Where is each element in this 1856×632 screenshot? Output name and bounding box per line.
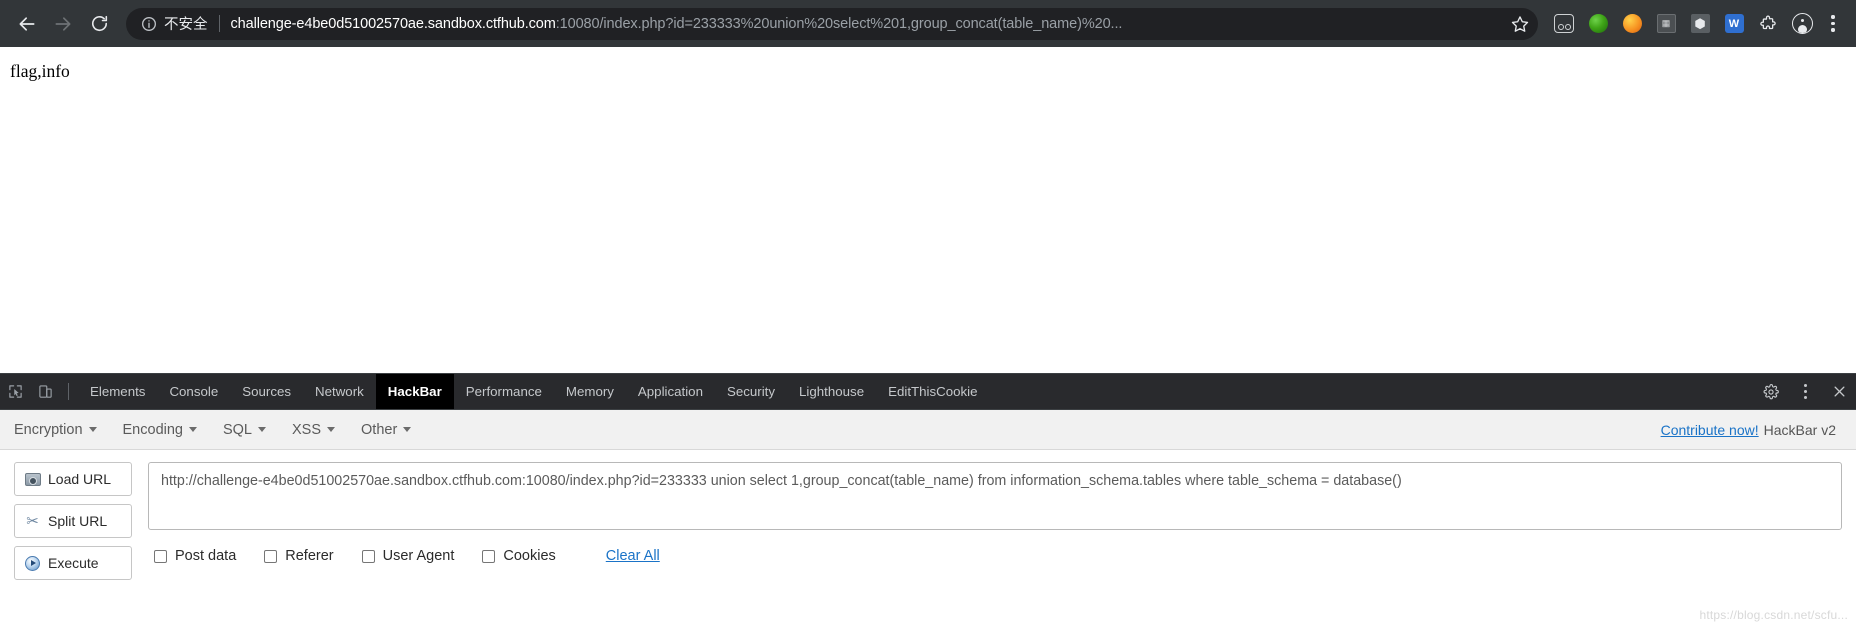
menu-sql[interactable]: SQL <box>223 422 266 438</box>
split-url-button-label: Split URL <box>48 513 108 529</box>
menu-encryption[interactable]: Encryption <box>14 422 97 438</box>
checkbox-user-agent-box[interactable] <box>361 549 375 563</box>
arrow-right-icon <box>55 16 71 31</box>
checkbox-post-data[interactable]: Post data <box>154 548 236 564</box>
execute-play-icon <box>24 555 41 572</box>
devtools-toolbar-divider <box>68 383 69 400</box>
tab-console[interactable]: Console <box>157 374 230 409</box>
page-body-text: flag,info <box>10 61 70 81</box>
load-url-button-label: Load URL <box>48 471 112 487</box>
browser-toolbar: 不安全 challenge-e4be0d51002570ae.sandbox.c… <box>0 0 1856 47</box>
chevron-down-icon <box>188 427 197 432</box>
tab-lighthouse[interactable]: Lighthouse <box>787 374 876 409</box>
checkbox-referer-label: Referer <box>285 548 334 564</box>
tab-application[interactable]: Application <box>626 374 715 409</box>
checkbox-post-data-label: Post data <box>175 548 237 564</box>
execute-button-label: Execute <box>48 555 99 571</box>
tab-editthiscookie[interactable]: EditThisCookie <box>876 374 989 409</box>
devtools-panel: Elements Console Sources Network HackBar… <box>0 373 1856 632</box>
chevron-down-icon <box>327 427 336 432</box>
menu-encryption-label: Encryption <box>14 421 83 438</box>
menu-other-label: Other <box>361 421 398 438</box>
tab-sources[interactable]: Sources <box>230 374 303 409</box>
checkbox-cookies-label: Cookies <box>503 548 556 564</box>
inspect-element-icon[interactable] <box>0 374 30 409</box>
split-url-button[interactable]: ✂ Split URL <box>14 504 132 538</box>
arrow-left-icon <box>19 16 35 31</box>
omnibox-divider <box>218 15 220 32</box>
menu-encoding-label: Encoding <box>122 421 183 438</box>
load-url-icon <box>24 471 41 488</box>
menu-xss-label: XSS <box>292 421 322 438</box>
info-circle-icon[interactable] <box>140 15 157 32</box>
url-input[interactable]: http://challenge-e4be0d51002570ae.sandbo… <box>148 462 1842 530</box>
gear-icon[interactable] <box>1754 374 1788 409</box>
orange-circle-extension-icon[interactable] <box>1618 10 1646 38</box>
chevron-down-icon <box>258 427 266 432</box>
contribute-link[interactable]: Contribute now! <box>1661 422 1759 438</box>
tab-network[interactable]: Network <box>303 374 376 409</box>
chevron-down-icon <box>403 427 412 432</box>
checkbox-post-data-box[interactable] <box>154 549 167 563</box>
devtools-tabbar: Elements Console Sources Network HackBar… <box>0 374 1856 410</box>
hackbar-action-buttons: Load URL ✂ Split URL Execute <box>14 462 132 632</box>
bookmark-star-icon[interactable] <box>1506 10 1534 38</box>
hackbar-version-label: HackBar v2 <box>1763 421 1836 438</box>
puzzle-piece-icon[interactable] <box>1754 10 1782 38</box>
checkbox-cookies[interactable]: Cookies <box>482 548 556 564</box>
menu-xss[interactable]: XSS <box>292 421 336 438</box>
kebab-menu-icon[interactable] <box>1820 9 1846 39</box>
reload-button[interactable] <box>82 7 116 41</box>
clear-all-link[interactable]: Clear All <box>606 548 660 564</box>
tab-security[interactable]: Security <box>715 374 787 409</box>
hackbar-options-row: Post data Referer User Agent Cookies Cle… <box>148 548 1842 564</box>
address-bar[interactable]: 不安全 challenge-e4be0d51002570ae.sandbox.c… <box>126 7 1538 40</box>
url-text[interactable]: challenge-e4be0d51002570ae.sandbox.ctfhu… <box>231 16 1503 32</box>
menu-other[interactable]: Other <box>361 421 412 438</box>
blue-square-extension-icon[interactable]: W <box>1720 10 1748 38</box>
hackbar-body: Load URL ✂ Split URL Execute http://chal… <box>0 450 1856 632</box>
devtools-tabbar-spacer <box>990 374 1754 409</box>
scissors-icon: ✂ <box>26 512 39 530</box>
url-path: :10080/index.php?id=233333%20union%20sel… <box>555 15 1123 32</box>
checkbox-user-agent[interactable]: User Agent <box>361 548 455 564</box>
menu-encoding[interactable]: Encoding <box>123 422 197 438</box>
forward-button[interactable] <box>46 7 80 41</box>
profile-avatar-icon[interactable] <box>1788 10 1816 38</box>
browser-window: 不安全 challenge-e4be0d51002570ae.sandbox.c… <box>0 0 1856 632</box>
hackbar-menubar: Encryption Encoding SQL XSS Other Contri… <box>0 410 1856 450</box>
watermark-text: https://blog.csdn.net/scfu... <box>1699 608 1848 622</box>
reload-icon <box>91 15 107 32</box>
close-icon[interactable] <box>1822 374 1856 409</box>
goggles-extension-icon[interactable] <box>1550 10 1578 38</box>
device-toolbar-icon[interactable] <box>30 374 60 409</box>
checkbox-cookies-box[interactable] <box>482 549 496 563</box>
execute-button[interactable]: Execute <box>14 546 132 580</box>
tab-memory[interactable]: Memory <box>554 374 626 409</box>
cube-extension-icon[interactable]: ⬢ <box>1686 10 1714 38</box>
tab-elements[interactable]: Elements <box>78 374 157 409</box>
security-status-label: 不安全 <box>164 17 208 33</box>
devtools-more-menu-icon[interactable] <box>1788 374 1822 409</box>
checkbox-referer-box[interactable] <box>264 549 278 563</box>
page-content: flag,info <box>0 47 1856 373</box>
back-button[interactable] <box>10 7 44 41</box>
dark-square-extension-icon[interactable]: ▦ <box>1652 10 1680 38</box>
hackbar-panel: Encryption Encoding SQL XSS Other Contri… <box>0 410 1856 632</box>
tab-performance[interactable]: Performance <box>454 374 554 409</box>
green-circle-extension-icon[interactable] <box>1584 10 1612 38</box>
checkbox-user-agent-label: User Agent <box>382 548 455 564</box>
tab-hackbar[interactable]: HackBar <box>375 374 454 409</box>
menu-sql-label: SQL <box>222 421 252 438</box>
load-url-button[interactable]: Load URL <box>14 462 132 496</box>
hackbar-url-section: http://challenge-e4be0d51002570ae.sandbo… <box>148 462 1842 632</box>
url-host: challenge-e4be0d51002570ae.sandbox.ctfhu… <box>230 15 556 32</box>
chevron-down-icon <box>88 427 97 432</box>
checkbox-referer[interactable]: Referer <box>264 548 334 564</box>
